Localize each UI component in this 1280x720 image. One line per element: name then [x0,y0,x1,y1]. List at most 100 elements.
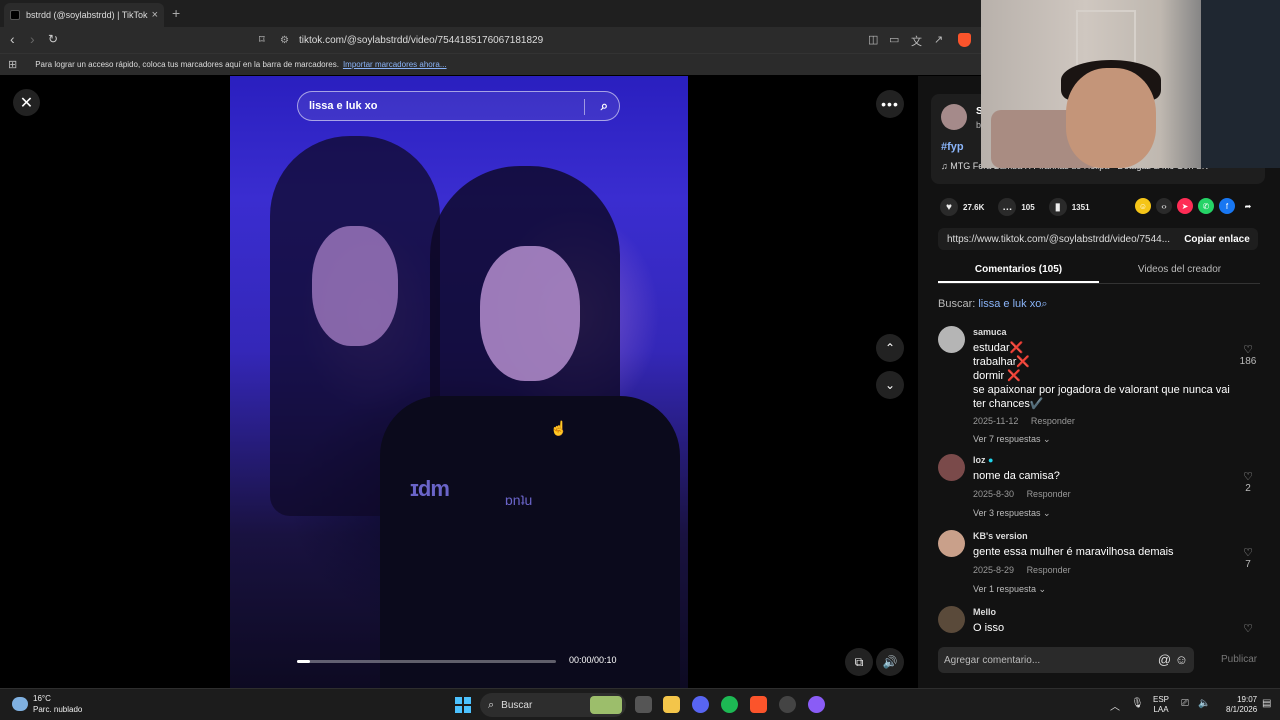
hashtag-link[interactable]: #fyp [941,141,964,153]
comment-text: nome da camisa? [973,469,1235,483]
keyboard-layout: LAA [1153,705,1169,714]
close-video-button[interactable]: ✕ [13,89,40,116]
back-icon[interactable]: ‹ [10,31,15,47]
share-arrow-icon[interactable]: ➦ [1240,198,1256,214]
avatar[interactable] [938,454,965,481]
next-video-button[interactable]: ⌄ [876,371,904,399]
view-replies-button[interactable]: Ver 3 respuestas ⌄ [973,508,1051,519]
weather-widget[interactable]: 16°C Parc. nublado [12,693,82,715]
taskbar-search[interactable]: ⌕ Buscar [480,693,626,717]
screenshot-icon[interactable]: ▭ [889,33,899,46]
app-purple-icon[interactable] [808,696,825,713]
translate-icon[interactable]: 文 [911,33,922,49]
avatar[interactable] [938,606,965,633]
windows-start-icon[interactable] [455,697,471,713]
comment-input[interactable]: Agregar comentario... @ ☺ [938,647,1194,673]
comment-date: 2025-8-30 [973,489,1015,499]
reply-button[interactable]: Responder [1027,565,1071,575]
heart-outline-icon: ♡ [1243,344,1253,356]
browser-tab[interactable]: bstrdd (@soylabstrdd) | TikTok × [4,3,164,27]
import-bookmarks-link[interactable]: Importar marcadores ahora... [343,60,447,69]
brave-browser-icon[interactable] [750,696,767,713]
reply-button[interactable]: Responder [1031,416,1075,426]
video-player[interactable]: ɪdm ɒnʇu lissa e luk xo ⌕ ☝ 00:00/00:10 [230,76,688,688]
view-replies-button[interactable]: Ver 1 respuesta ⌄ [973,584,1046,595]
emoji-icon[interactable]: ☺ [1175,652,1188,667]
tray-overflow-icon[interactable]: ︿ [1110,698,1120,713]
video-progress-bar[interactable] [297,660,556,663]
copy-link-button[interactable]: Copiar enlace [1176,234,1258,245]
apps-grid-icon[interactable]: ⊞ [8,58,17,71]
video-search-text: lissa e luk xo [309,100,378,112]
search-icon[interactable]: ⌕ [601,98,608,114]
mini-player-button[interactable]: ⧉ [845,648,873,676]
avatar[interactable] [938,530,965,557]
mention-icon[interactable]: @ [1158,652,1171,667]
volume-button[interactable]: 🔊 [876,648,904,676]
comment-date: 2025-11-12 [973,416,1019,426]
reload-icon[interactable]: ↻ [48,32,58,46]
view-replies-button[interactable]: Ver 7 respuestas ⌄ [973,434,1051,445]
obs-icon[interactable] [779,696,796,713]
like-stat[interactable]: ♥ 27.6K [940,198,984,216]
discord-icon[interactable] [692,696,709,713]
facebook-icon[interactable]: f [1219,198,1235,214]
whatsapp-icon[interactable]: ✆ [1198,198,1214,214]
save-stat[interactable]: ▮ 1351 [1048,198,1090,216]
close-icon: ✕ [19,94,34,112]
microphone-icon[interactable]: 🎙 [1131,698,1144,709]
comment-user[interactable]: KB's version [973,531,1028,541]
publish-button[interactable]: Publicar [1221,654,1257,665]
list-item: loz ● nome da camisa? 2025-8-30 Responde… [938,454,1260,530]
tab-comments[interactable]: Comentarios (105) [938,260,1099,283]
comment-user[interactable]: loz ● [973,455,993,465]
send-icon[interactable]: ➤ [1177,198,1193,214]
avatar[interactable] [941,104,967,130]
comment-like[interactable]: ♡ 7 [1236,546,1260,570]
list-item: Mello O isso ♡ [938,606,1260,633]
search-icon: ⌕ [488,698,495,711]
friends-share-icon[interactable]: ☺ [1135,198,1151,214]
new-tab-button[interactable]: + [172,5,180,21]
avatar[interactable] [938,326,965,353]
network-icon[interactable]: ⎚ [1181,698,1189,709]
language-indicator[interactable]: ESP LAA [1153,695,1169,715]
forward-icon[interactable]: › [30,31,35,47]
taskbar-search-label: Buscar [501,699,533,711]
comment-like[interactable]: ♡ [1236,622,1260,633]
heart-icon: ♥ [940,198,958,216]
comment-like[interactable]: ♡ 186 [1236,343,1260,367]
heart-outline-icon: ♡ [1243,547,1253,559]
system-clock[interactable]: 19:07 8/1/2026 [1226,695,1257,715]
tab-creator-videos[interactable]: Videos del creador [1099,260,1260,283]
heart-outline-icon: ♡ [1243,623,1253,633]
spotify-icon[interactable] [721,696,738,713]
site-settings-icon[interactable]: ⚙ [280,35,289,46]
tab-close-icon[interactable]: × [152,9,158,21]
comment-user[interactable]: samuca [973,327,1007,337]
video-search-input[interactable]: lissa e luk xo ⌕ [297,91,620,121]
bookmark-icon[interactable]: ⌑ [259,33,265,46]
file-explorer-icon[interactable] [663,696,680,713]
notifications-icon[interactable]: ▤ [1262,698,1271,709]
task-view-icon[interactable] [635,696,652,713]
brave-shield-icon[interactable] [958,33,971,47]
search-suggestion[interactable]: Buscar: lissa e luk xo⌕ [938,298,1048,311]
share-icon[interactable]: ↗ [934,33,943,46]
windows-taskbar: 16°C Parc. nublado ⌕ Buscar ︿ 🎙 ESP LAA … [0,688,1280,720]
weather-text: 16°C Parc. nublado [33,693,82,715]
comment-stat[interactable]: … 105 [998,198,1035,216]
more-dots-icon: ••• [881,96,899,112]
bookmarks-message: Para lograr un acceso rápido, coloca tus… [35,60,339,69]
volume-icon: 🔊 [882,655,898,669]
reply-button[interactable]: Responder [1027,489,1071,499]
more-options-button[interactable]: ••• [876,90,904,118]
previous-video-button[interactable]: ⌃ [876,334,904,362]
speaker-icon[interactable]: 🔈 [1198,698,1210,709]
comment-like[interactable]: ♡ 2 [1236,470,1260,494]
address-bar[interactable]: ⚙ tiktok.com/@soylabstrdd/video/75441851… [280,30,860,50]
comment-user[interactable]: Mello [973,607,996,617]
embed-icon[interactable]: ‹› [1156,198,1172,214]
reader-mode-icon[interactable]: ◫ [868,33,878,46]
search-prefix: Buscar: [938,298,976,310]
